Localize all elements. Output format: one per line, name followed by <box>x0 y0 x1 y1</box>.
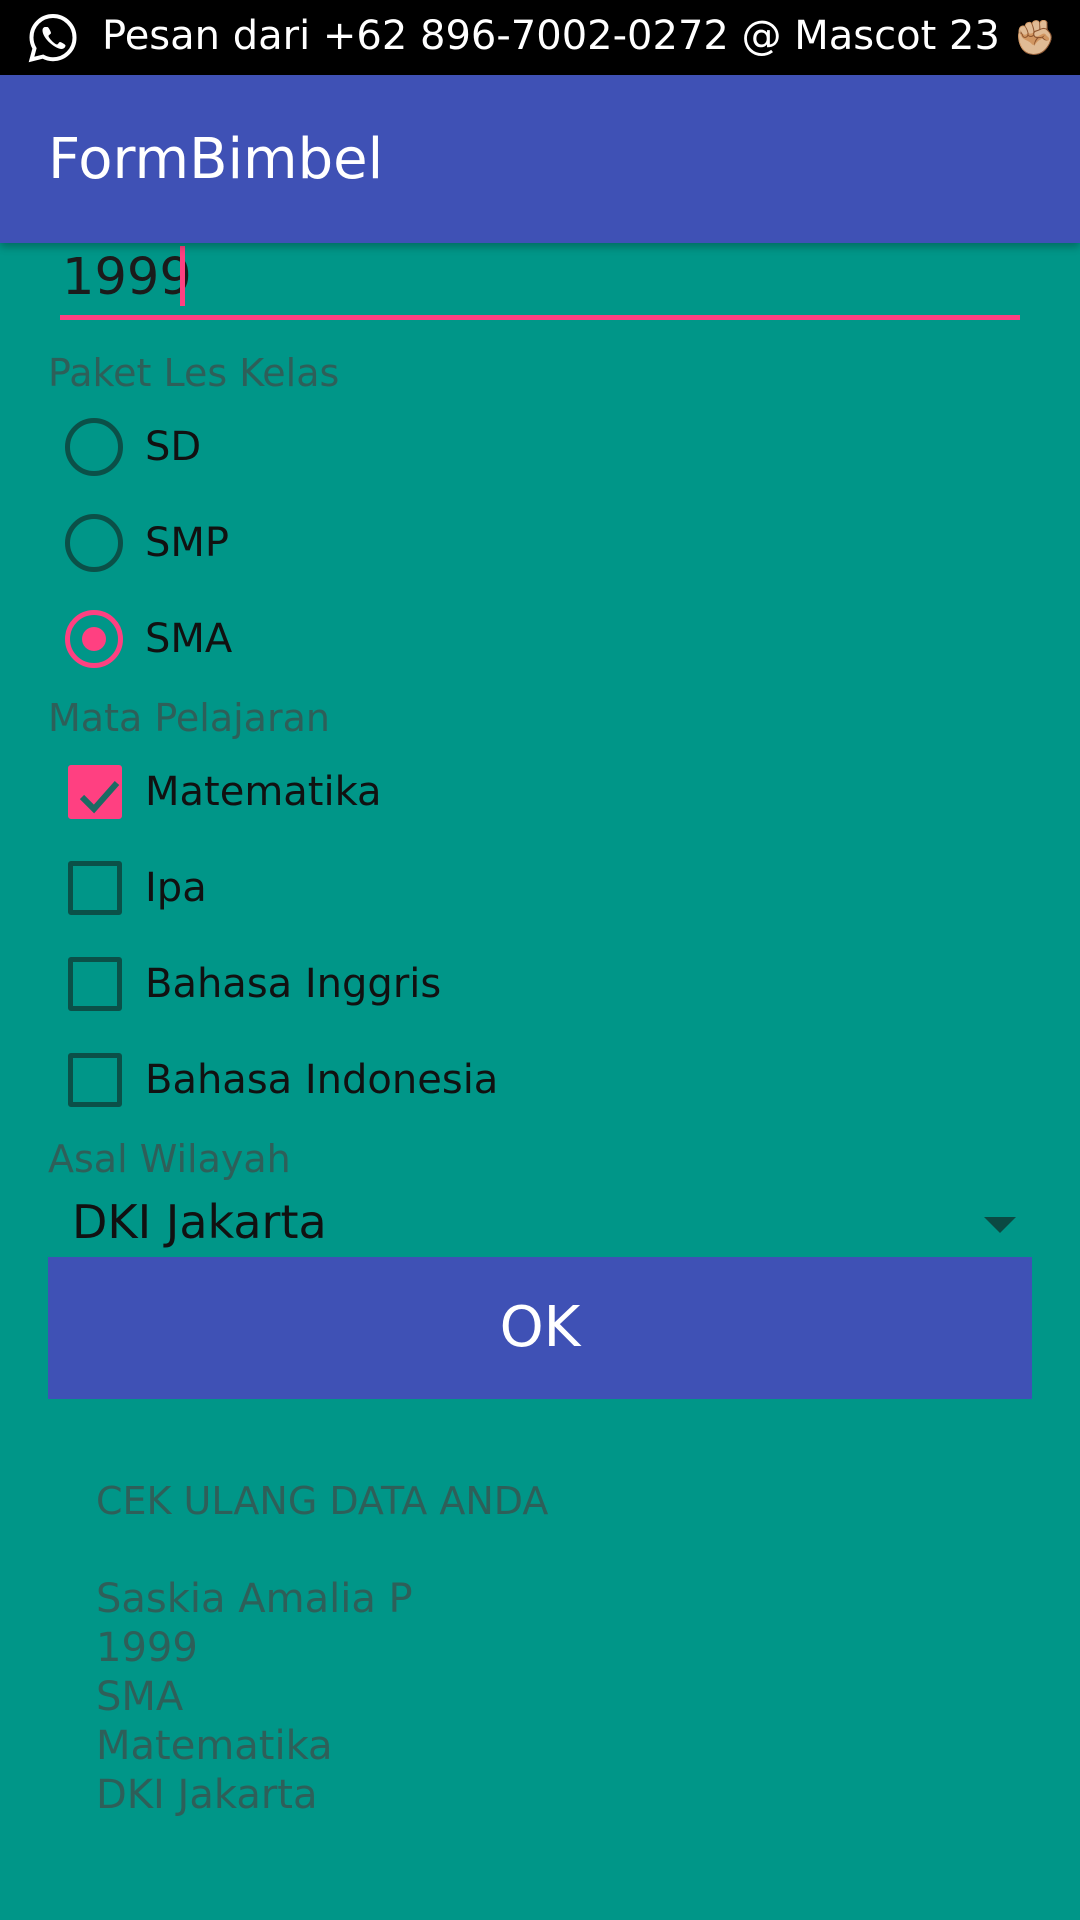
summary-section: CEK ULANG DATA ANDA Saskia Amalia P 1999… <box>96 1477 549 1818</box>
checkbox-bahasa-indonesia[interactable] <box>68 1053 122 1107</box>
whatsapp-icon <box>26 11 80 65</box>
summary-mapel: Matematika <box>96 1723 333 1769</box>
radio-label-smp: SMP <box>145 520 230 566</box>
dropdown-arrow-icon <box>984 1217 1016 1233</box>
checkbox-option-bahasa-indonesia[interactable]: Bahasa Indonesia <box>62 1045 762 1115</box>
notification-text: Pesan dari +62 896-7002-0272 @ Mascot 23… <box>102 13 1057 59</box>
wilayah-label: Asal Wilayah <box>48 1137 291 1181</box>
mapel-label: Mata Pelajaran <box>48 696 330 740</box>
checkbox-bahasa-inggris[interactable] <box>68 957 122 1011</box>
form-content: 1999 Paket Les Kelas SD SMP SMA Mata Pel… <box>0 243 1080 1920</box>
checkbox-option-matematika[interactable]: Matematika <box>62 757 762 827</box>
radio-label-sd: SD <box>145 424 202 470</box>
checkbox-label-bahasa-inggris: Bahasa Inggris <box>145 961 442 1007</box>
text-cursor <box>180 246 185 306</box>
radio-option-smp[interactable]: SMP <box>62 508 762 578</box>
app-bar: FormBimbel <box>0 75 1080 243</box>
year-input-value: 1999 <box>62 248 192 307</box>
checkmark-icon <box>79 781 120 814</box>
summary-year: 1999 <box>96 1625 198 1671</box>
summary-paket: SMA <box>96 1674 184 1720</box>
ok-button[interactable]: OK <box>48 1257 1032 1399</box>
checkbox-ipa[interactable] <box>68 861 122 915</box>
app-title: FormBimbel <box>48 127 384 192</box>
year-input[interactable]: 1999 <box>60 243 1020 321</box>
wilayah-selected-value: DKI Jakarta <box>72 1195 327 1249</box>
summary-title: CEK ULANG DATA ANDA <box>96 1479 549 1523</box>
fist-emoji: ✊🏼 <box>1013 18 1057 58</box>
summary-wilayah: DKI Jakarta <box>96 1772 318 1818</box>
year-input-underline <box>60 315 1020 320</box>
radio-button-sma[interactable] <box>65 610 123 668</box>
checkbox-matematika[interactable] <box>68 765 122 819</box>
checkbox-label-ipa: Ipa <box>145 865 207 911</box>
radio-option-sma[interactable]: SMA <box>62 604 762 674</box>
radio-option-sd[interactable]: SD <box>62 412 762 482</box>
checkbox-option-ipa[interactable]: Ipa <box>62 853 762 923</box>
checkbox-label-matematika: Matematika <box>145 769 382 815</box>
summary-name: Saskia Amalia P <box>96 1576 413 1622</box>
checkbox-option-bahasa-inggris[interactable]: Bahasa Inggris <box>62 949 762 1019</box>
wilayah-spinner[interactable]: DKI Jakarta <box>48 1189 1032 1264</box>
paket-label: Paket Les Kelas <box>48 351 340 395</box>
checkbox-label-bahasa-indonesia: Bahasa Indonesia <box>145 1057 499 1103</box>
radio-label-sma: SMA <box>145 616 233 662</box>
radio-button-smp[interactable] <box>65 514 123 572</box>
radio-button-sd[interactable] <box>65 418 123 476</box>
summary-lines: Saskia Amalia P 1999 SMA Matematika DKI … <box>96 1575 413 1820</box>
status-bar: Pesan dari +62 896-7002-0272 @ Mascot 23… <box>0 0 1080 75</box>
